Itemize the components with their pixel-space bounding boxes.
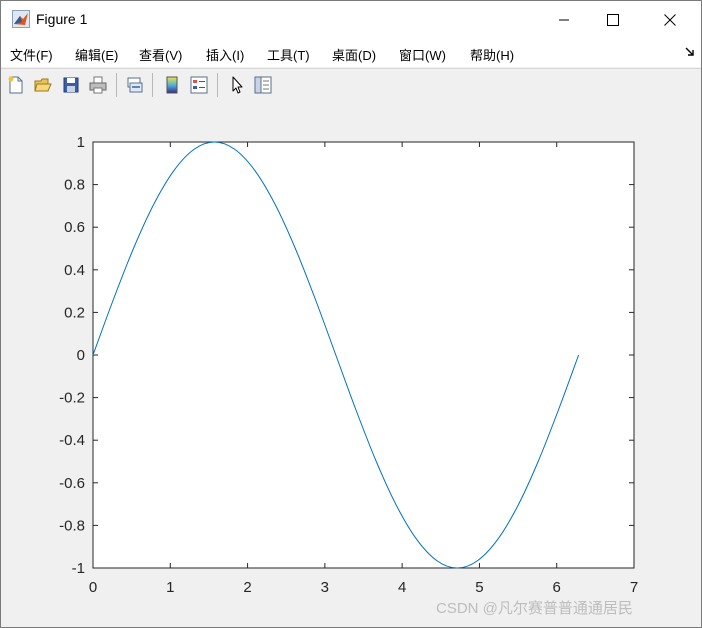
insert-colorbar-icon — [166, 76, 178, 94]
new-figure-button[interactable] — [5, 74, 27, 96]
edit-plot-arrow-icon — [232, 76, 243, 94]
y-tick-label: 0.8 — [64, 177, 85, 194]
axes-box[interactable] — [92, 141, 635, 569]
insert-legend-button[interactable] — [188, 74, 210, 96]
menu-help[interactable]: 帮助(H) — [470, 45, 514, 64]
save-button[interactable] — [60, 74, 82, 96]
open-file-button[interactable] — [32, 74, 54, 96]
x-tick-label: 2 — [243, 579, 251, 596]
link-plot-button[interactable] — [124, 74, 146, 96]
menu-desktop[interactable]: 桌面(D) — [332, 45, 376, 64]
y-tick-label: 0.6 — [64, 219, 85, 236]
menu-edit[interactable]: 编辑(E) — [75, 45, 118, 64]
x-tick-label: 6 — [553, 579, 561, 596]
print-icon — [89, 76, 107, 94]
y-tick-label: 0.2 — [64, 304, 85, 321]
x-tick-label: 0 — [89, 579, 97, 596]
x-tick-label: 4 — [398, 579, 406, 596]
y-tick-label: 0 — [77, 347, 85, 364]
open-file-icon — [34, 78, 52, 92]
minimize-icon — [559, 19, 569, 21]
print-button[interactable] — [87, 74, 109, 96]
toolbar-separator — [116, 73, 117, 97]
maximize-button[interactable] — [590, 1, 636, 39]
maximize-icon — [607, 14, 619, 26]
y-tick-label: -1 — [72, 560, 85, 577]
figure-canvas: 0 1 2 3 4 5 6 7 -1 -0.8 -0.6 -0.4 -0.2 0 0.2 0.4 0.6 0.8 1 — [1, 101, 701, 627]
minimize-button[interactable] — [541, 1, 587, 39]
edit-plot-button[interactable] — [226, 74, 248, 96]
watermark: CSDN @凡尔赛普普通通居民 — [436, 600, 633, 617]
menu-insert[interactable]: 插入(I) — [206, 45, 244, 64]
property-inspector-icon — [254, 76, 272, 94]
dock-arrow-icon[interactable] — [685, 47, 695, 57]
menu-file[interactable]: 文件(F) — [10, 45, 53, 64]
menu-view[interactable]: 查看(V) — [139, 45, 182, 64]
insert-colorbar-button[interactable] — [161, 74, 183, 96]
menu-tools[interactable]: 工具(T) — [267, 45, 310, 64]
window-title: Figure 1 — [36, 11, 88, 27]
close-button[interactable] — [647, 1, 693, 39]
figure-window: Figure 1 文件(F) 编辑(E) 查看(V) 插入(I) 工具(T) 桌… — [0, 0, 702, 628]
x-tick-label: 7 — [630, 579, 638, 596]
y-tick-label: -0.6 — [59, 475, 85, 492]
property-inspector-button[interactable] — [252, 74, 274, 96]
save-icon — [63, 77, 79, 93]
insert-legend-icon — [190, 76, 208, 94]
new-figure-icon — [8, 76, 23, 94]
menu-bar: 文件(F) 编辑(E) 查看(V) 插入(I) 工具(T) 桌面(D) 窗口(W… — [1, 39, 701, 67]
toolbar — [1, 68, 701, 102]
toolbar-separator — [152, 73, 153, 97]
link-plot-icon — [127, 77, 143, 93]
x-tick-label: 5 — [475, 579, 483, 596]
line-plot[interactable]: 0 1 2 3 4 5 6 7 -1 -0.8 -0.6 -0.4 -0.2 0 0.2 0.4 0.6 0.8 1 — [1, 101, 701, 627]
y-tick-label: -0.4 — [59, 432, 85, 449]
x-tick-label: 3 — [321, 579, 329, 596]
y-tick-label: 1 — [77, 134, 85, 151]
x-tick-label: 1 — [166, 579, 174, 596]
y-tick-label: 0.4 — [64, 262, 85, 279]
matlab-logo-icon — [12, 10, 30, 28]
close-icon — [664, 14, 676, 26]
y-tick-label: -0.2 — [59, 390, 85, 407]
toolbar-separator — [217, 73, 218, 97]
menu-window[interactable]: 窗口(W) — [399, 45, 446, 64]
title-bar[interactable]: Figure 1 — [1, 1, 701, 39]
y-tick-label: -0.8 — [59, 517, 85, 534]
